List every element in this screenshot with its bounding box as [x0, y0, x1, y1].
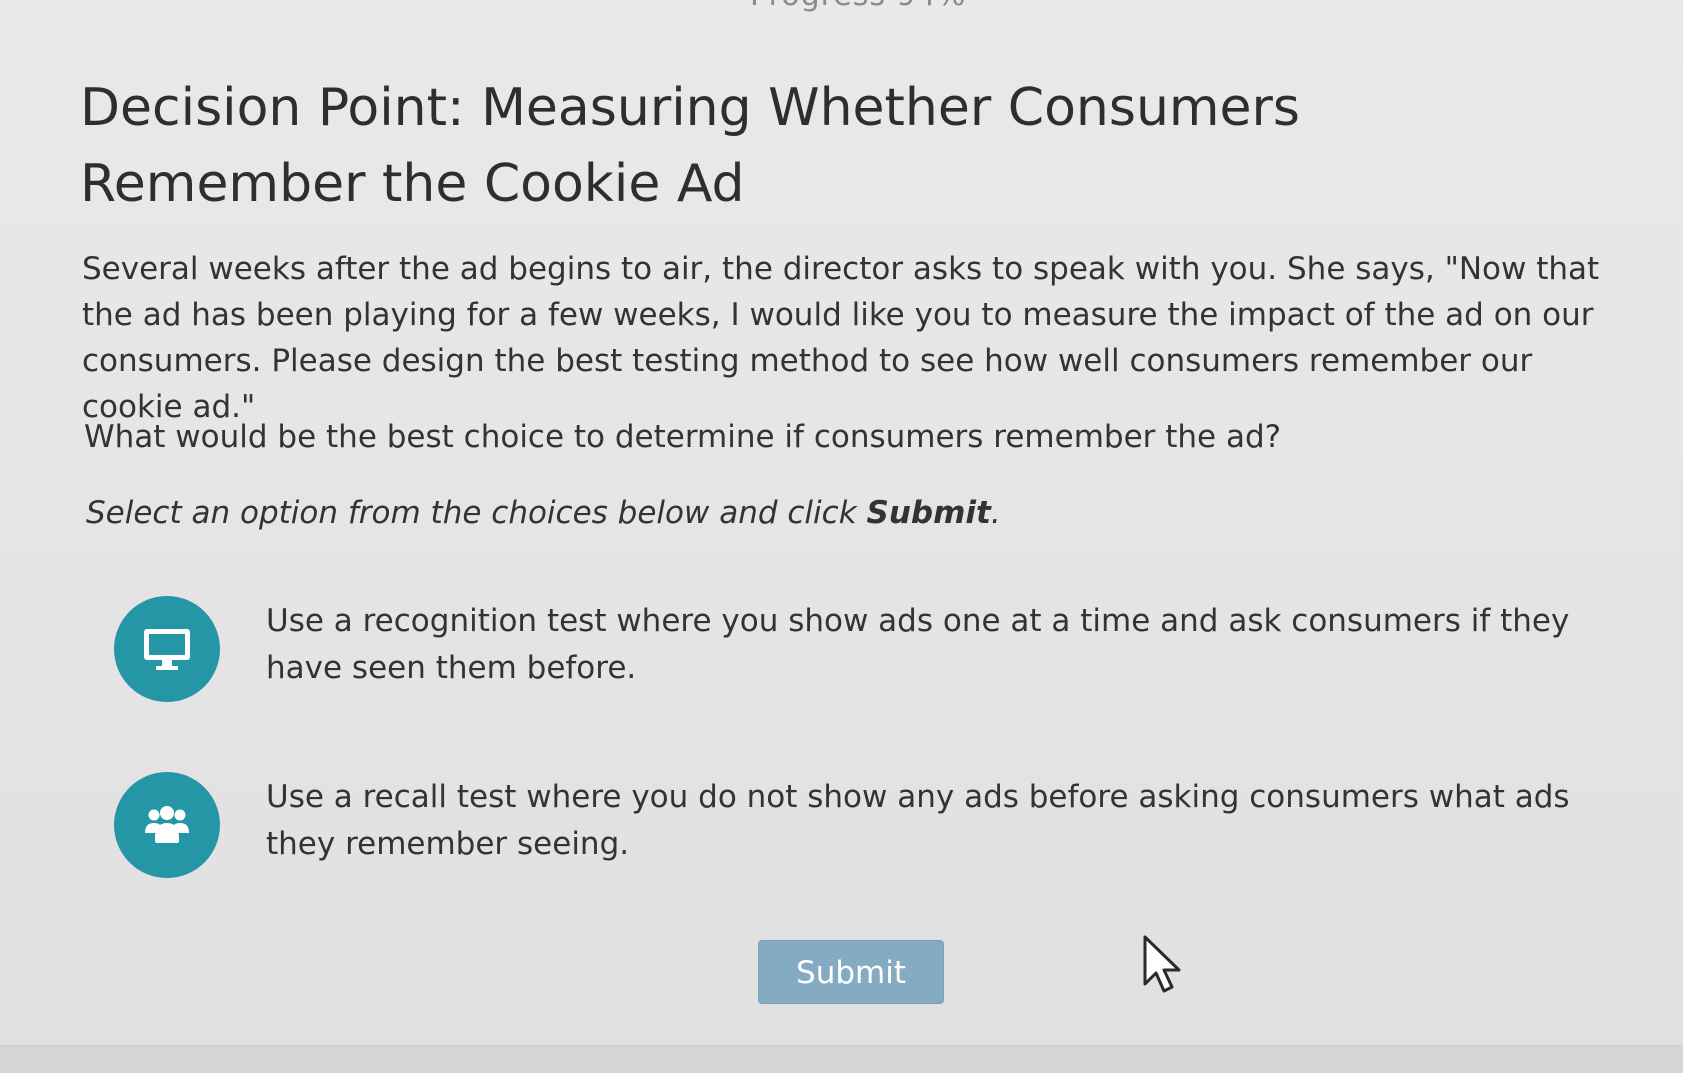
question-text: What would be the best choice to determi…: [84, 419, 1282, 455]
decision-point-screen: Progress 94% Decision Point: Measuring W…: [0, 0, 1683, 1073]
page-title: Decision Point: Measuring Whether Consum…: [80, 78, 1301, 214]
people-group-icon: [145, 806, 189, 843]
mouse-pointer-icon: [1143, 935, 1181, 993]
option-1-icon-button[interactable]: [114, 596, 220, 702]
footer-band: [0, 1047, 1683, 1073]
instruction-suffix: .: [990, 495, 1001, 531]
option-recognition-test[interactable]: Use a recognition test where you show ad…: [114, 596, 1594, 702]
monitor-icon: [144, 629, 190, 670]
option-2-icon-button[interactable]: [114, 772, 220, 878]
option-2-text[interactable]: Use a recall test where you do not show …: [266, 774, 1586, 868]
submit-button[interactable]: Submit: [758, 940, 944, 1004]
instruction-action: Submit: [866, 495, 991, 531]
progress-text: Progress 94%: [750, 0, 966, 13]
scenario-text: Several weeks after the ad begins to air…: [82, 251, 1600, 425]
instruction-prefix: Select an option from the choices below …: [86, 495, 867, 531]
option-recall-test[interactable]: Use a recall test where you do not show …: [114, 772, 1594, 878]
instruction-text: Select an option from the choices below …: [86, 490, 1001, 536]
option-1-text[interactable]: Use a recognition test where you show ad…: [266, 598, 1586, 692]
